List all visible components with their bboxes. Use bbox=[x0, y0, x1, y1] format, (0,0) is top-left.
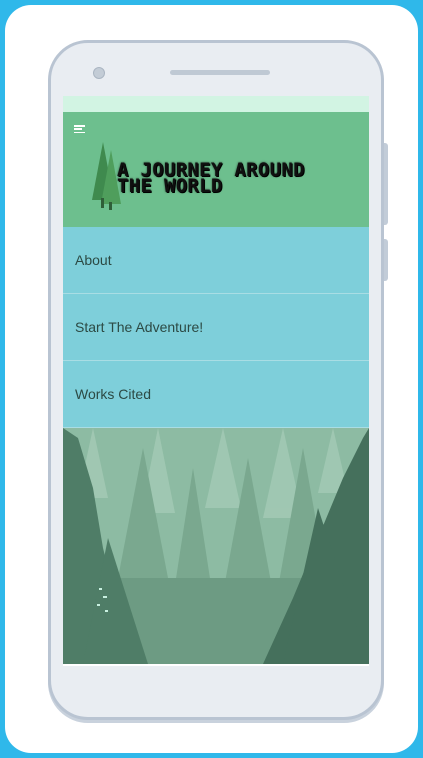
hamburger-menu-icon[interactable] bbox=[74, 125, 85, 133]
power-button bbox=[384, 143, 388, 225]
volume-button bbox=[384, 239, 388, 281]
site-logo[interactable]: A JOURNEY AROUND THE WORLD bbox=[89, 140, 349, 210]
site-header: A JOURNEY AROUND THE WORLD bbox=[63, 112, 369, 227]
nav-item-label: Works Cited bbox=[75, 386, 151, 402]
forest-hero-image bbox=[63, 428, 369, 664]
phone-screen: A JOURNEY AROUND THE WORLD About Start T… bbox=[63, 96, 369, 666]
nav-menu: About Start The Adventure! Works Cited bbox=[63, 227, 369, 428]
nav-item-label: Start The Adventure! bbox=[75, 319, 204, 335]
camera-icon bbox=[93, 67, 105, 79]
logo-title: A JOURNEY AROUND THE WORLD bbox=[117, 159, 305, 197]
forest-illustration bbox=[63, 428, 369, 664]
status-bar bbox=[63, 96, 369, 112]
nav-item-works-cited[interactable]: Works Cited bbox=[63, 361, 369, 428]
nav-item-start-adventure[interactable]: Start The Adventure! bbox=[63, 294, 369, 361]
speaker-grille bbox=[170, 70, 270, 75]
nav-item-about[interactable]: About bbox=[63, 227, 369, 294]
nav-item-label: About bbox=[75, 252, 112, 268]
